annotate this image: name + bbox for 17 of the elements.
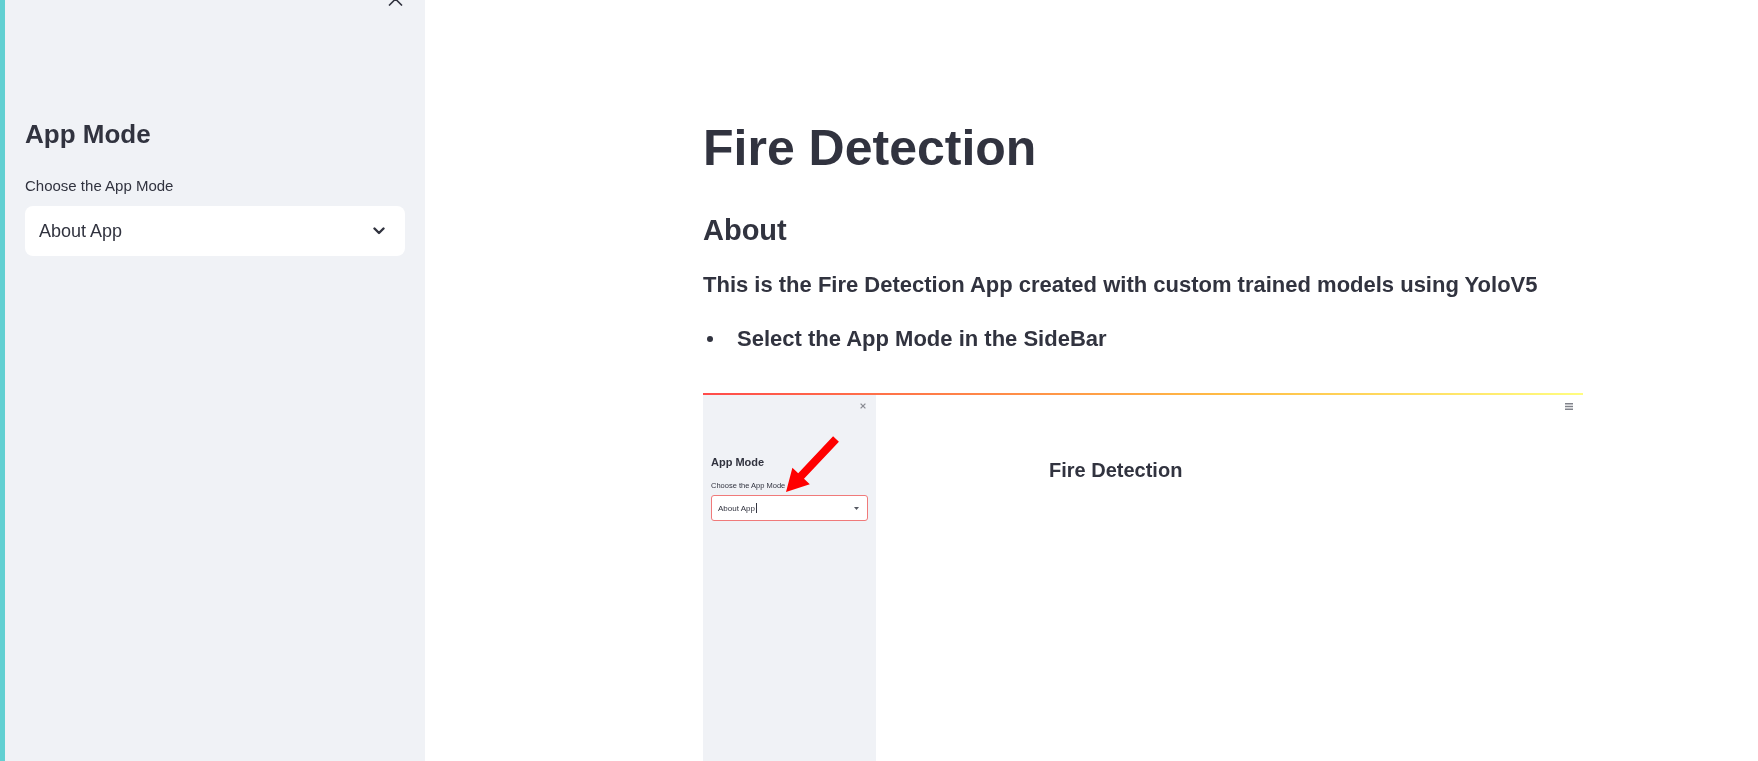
chevron-down-icon — [373, 227, 385, 235]
pointer-arrow — [785, 435, 840, 493]
description-text: This is the Fire Detection App created with custom trained models using YoloV5 — [703, 271, 1539, 299]
page-title: Fire Detection — [1049, 458, 1184, 482]
page-title: Fire Detection — [703, 119, 1038, 178]
section-heading: App Mode — [25, 119, 152, 150]
menu-icon — [1565, 403, 1573, 410]
section-heading: About — [703, 213, 788, 248]
section-heading: App Mode — [711, 455, 766, 469]
dropdown[interactable]: About App — [25, 206, 405, 256]
caret-icon — [854, 506, 859, 510]
list-item-text: Select the App Mode in the SideBar — [737, 325, 1107, 353]
close-icon — [860, 403, 866, 409]
bullet-icon — [707, 335, 713, 342]
field-label: Choose the App Mode — [25, 176, 175, 196]
text-cursor-icon — [755, 503, 757, 513]
close-icon[interactable] — [388, 0, 403, 6]
